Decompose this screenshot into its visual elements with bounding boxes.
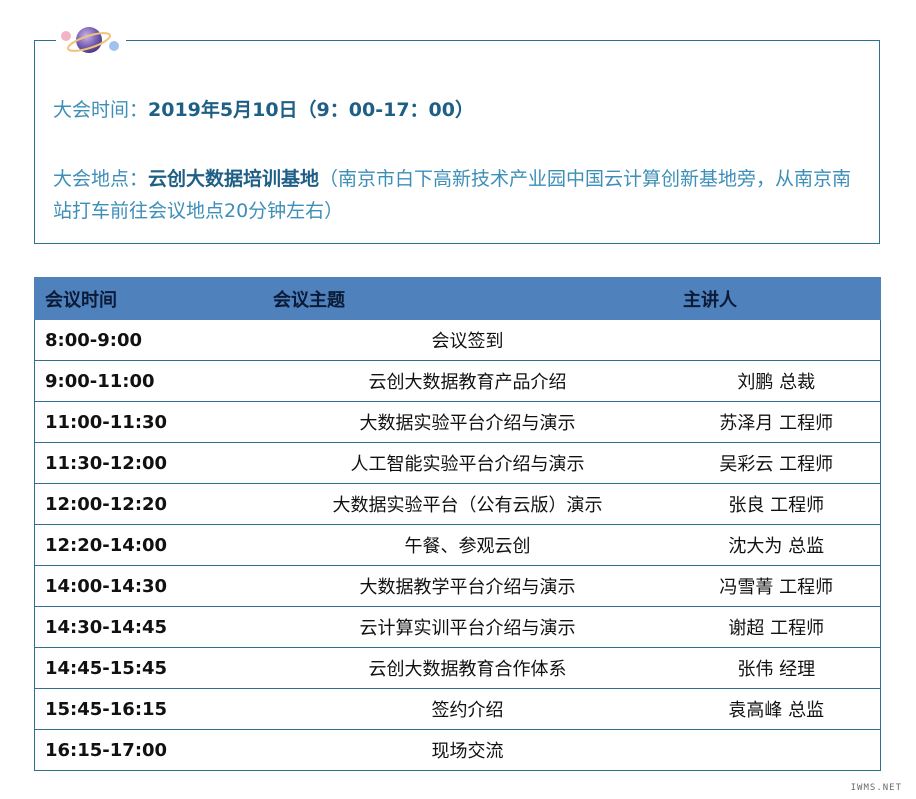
time-value: 2019年5月10日（9：00-17：00） [148, 99, 474, 121]
table-row: 8:00-9:00 会议签到 [34, 319, 881, 361]
agenda-table: 会议时间 会议主题 主讲人 8:00-9:00 会议签到 9:00-11:00 … [34, 277, 881, 771]
table-row: 14:30-14:45 云计算实训平台介绍与演示 谢超 工程师 [34, 606, 881, 648]
row-speaker: 刘鹏 总裁 [672, 360, 881, 402]
row-speaker: 谢超 工程师 [672, 606, 881, 648]
row-speaker: 张伟 经理 [672, 647, 881, 689]
table-row: 11:30-12:00 人工智能实验平台介绍与演示 吴彩云 工程师 [34, 442, 881, 484]
table-row: 9:00-11:00 云创大数据教育产品介绍 刘鹏 总裁 [34, 360, 881, 402]
row-topic: 大数据实验平台介绍与演示 [262, 401, 673, 443]
row-speaker: 沈大为 总监 [672, 524, 881, 566]
conference-info-box: 大会时间：2019年5月10日（9：00-17：00） 大会地点：云创大数据培训… [34, 40, 880, 244]
row-topic: 大数据教学平台介绍与演示 [262, 565, 673, 607]
place-label: 大会地点： [53, 168, 149, 190]
table-row: 14:45-15:45 云创大数据教育合作体系 张伟 经理 [34, 647, 881, 689]
row-topic: 云计算实训平台介绍与演示 [262, 606, 673, 648]
conference-time: 大会时间：2019年5月10日（9：00-17：00） [53, 94, 865, 126]
header-time: 会议时间 [34, 277, 263, 320]
watermark: IWMS.NET [850, 783, 902, 793]
table-row: 12:00-12:20 大数据实验平台（公有云版）演示 张良 工程师 [34, 483, 881, 525]
row-speaker [672, 319, 881, 361]
row-topic: 签约介绍 [262, 688, 673, 730]
row-speaker: 苏泽月 工程师 [672, 401, 881, 443]
table-row: 15:45-16:15 签约介绍 袁高峰 总监 [34, 688, 881, 730]
row-time: 11:00-11:30 [34, 401, 263, 443]
conference-place: 大会地点：云创大数据培训基地（南京市白下高新技术产业园中国云计算创新基地旁，从南… [53, 163, 865, 227]
header-topic: 会议主题 [262, 277, 673, 320]
table-header-row: 会议时间 会议主题 主讲人 [34, 277, 881, 320]
row-time: 14:45-15:45 [34, 647, 263, 689]
row-speaker: 冯雪菁 工程师 [672, 565, 881, 607]
row-time: 9:00-11:00 [34, 360, 263, 402]
place-value: 云创大数据培训基地 [148, 168, 320, 190]
row-speaker: 吴彩云 工程师 [672, 442, 881, 484]
row-topic: 大数据实验平台（公有云版）演示 [262, 483, 673, 525]
table-row: 14:00-14:30 大数据教学平台介绍与演示 冯雪菁 工程师 [34, 565, 881, 607]
row-time: 14:00-14:30 [34, 565, 263, 607]
planet-icon [56, 18, 126, 62]
row-speaker [672, 729, 881, 771]
row-time: 12:00-12:20 [34, 483, 263, 525]
row-time: 15:45-16:15 [34, 688, 263, 730]
row-topic: 云创大数据教育合作体系 [262, 647, 673, 689]
row-topic: 午餐、参观云创 [262, 524, 673, 566]
row-topic: 人工智能实验平台介绍与演示 [262, 442, 673, 484]
table-row: 16:15-17:00 现场交流 [34, 729, 881, 771]
row-time: 14:30-14:45 [34, 606, 263, 648]
row-speaker: 张良 工程师 [672, 483, 881, 525]
row-time: 11:30-12:00 [34, 442, 263, 484]
table-row: 11:00-11:30 大数据实验平台介绍与演示 苏泽月 工程师 [34, 401, 881, 443]
row-speaker: 袁高峰 总监 [672, 688, 881, 730]
row-topic: 现场交流 [262, 729, 673, 771]
row-time: 16:15-17:00 [34, 729, 263, 771]
row-time: 8:00-9:00 [34, 319, 263, 361]
row-topic: 会议签到 [262, 319, 673, 361]
row-time: 12:20-14:00 [34, 524, 263, 566]
time-label: 大会时间： [53, 99, 149, 121]
header-speaker: 主讲人 [672, 277, 881, 320]
row-topic: 云创大数据教育产品介绍 [262, 360, 673, 402]
table-row: 12:20-14:00 午餐、参观云创 沈大为 总监 [34, 524, 881, 566]
